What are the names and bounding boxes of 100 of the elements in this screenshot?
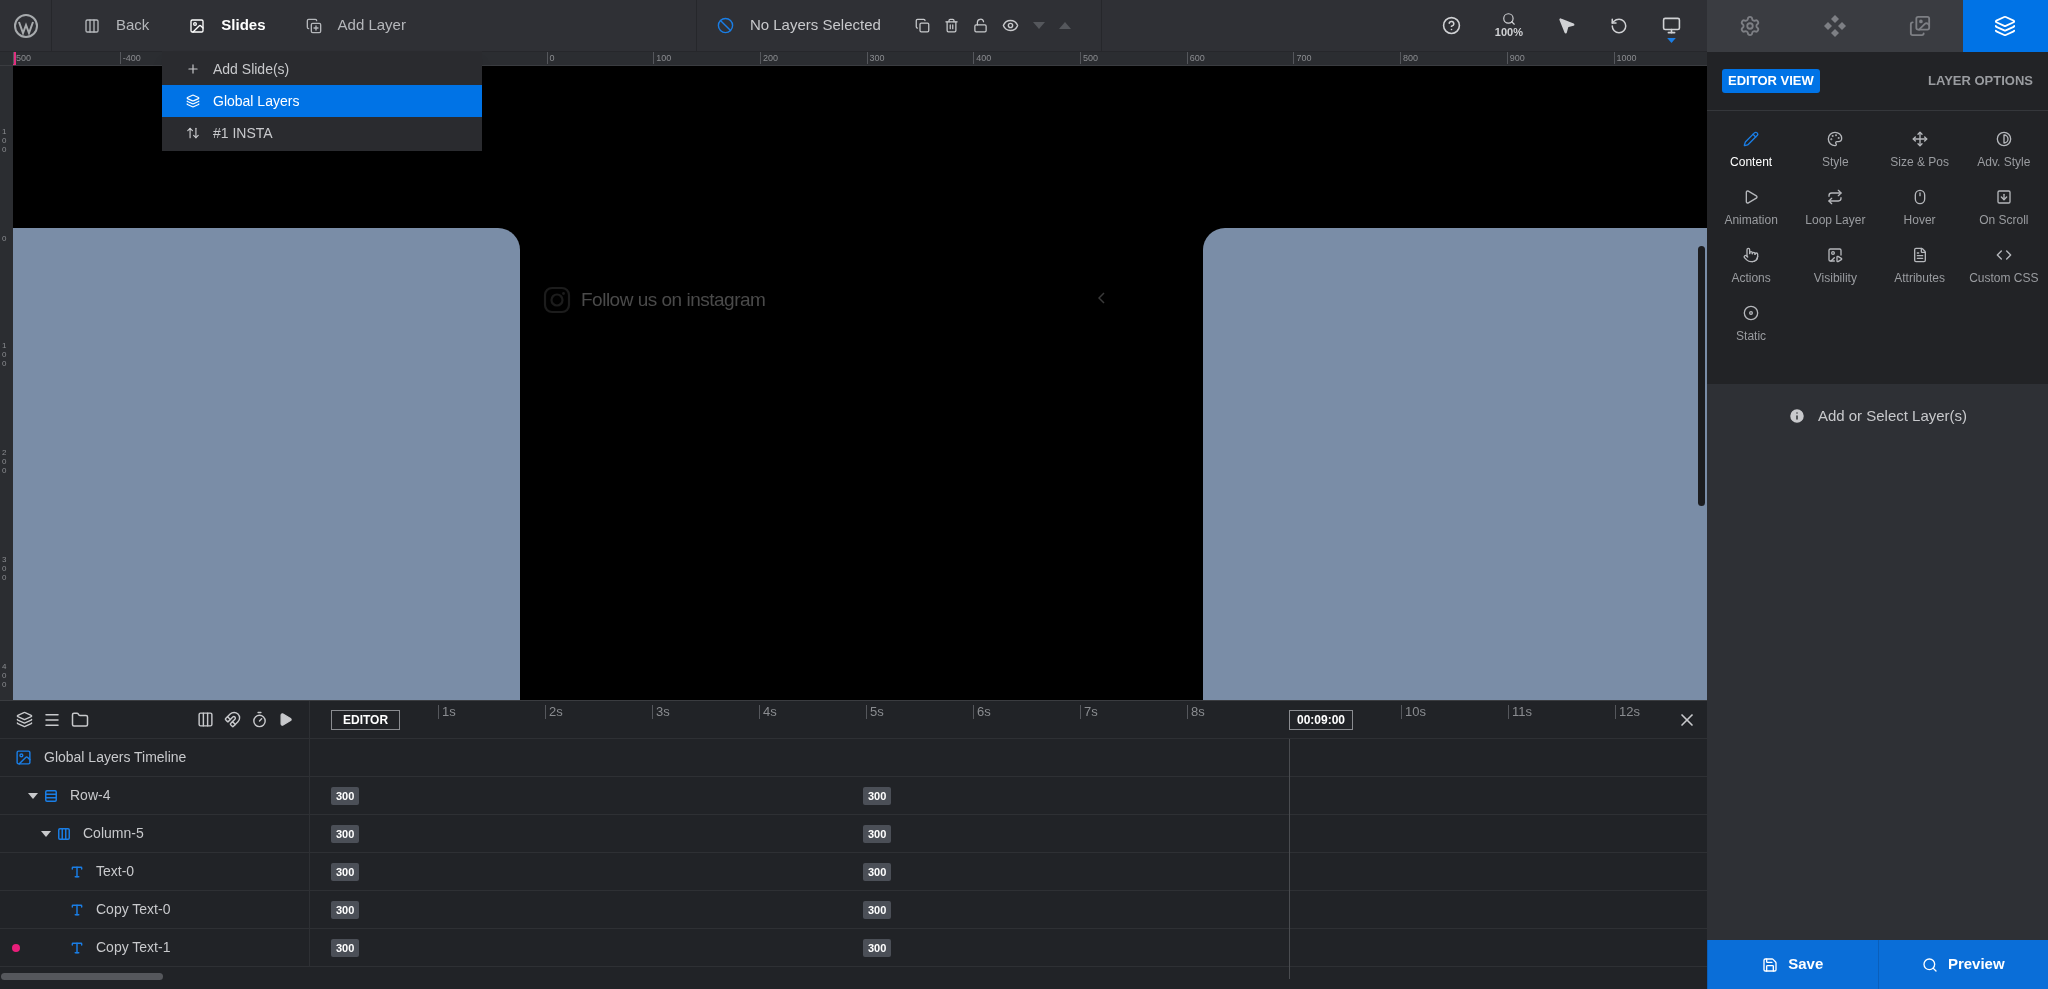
settings-icon — [1738, 15, 1761, 37]
ruler-label: 300 — [2, 556, 8, 583]
canvas-caption: Follow us on instagram — [581, 288, 766, 312]
ruler-label: 0 — [546, 52, 555, 64]
ruler-label: 200 — [2, 449, 8, 476]
chevron-left-icon — [1098, 292, 1106, 304]
contrast-icon — [1995, 131, 2012, 147]
download-box-icon — [1995, 189, 2012, 205]
keyframe-badge[interactable]: 300 — [863, 901, 892, 919]
delete-icon[interactable] — [943, 18, 959, 33]
option-tab[interactable]: Attributes — [1877, 247, 1962, 305]
ruler-label: 500 — [1080, 52, 1099, 64]
layer-name[interactable]: Global Layers Timeline — [44, 747, 187, 768]
caret-icon[interactable] — [41, 830, 51, 837]
text-icon — [70, 902, 84, 917]
panel-tab[interactable] — [1962, 0, 2048, 52]
keyframe-badge[interactable]: 300 — [331, 939, 360, 957]
ruler-label: 800 — [1400, 52, 1419, 64]
option-tab[interactable]: Adv. Style — [1961, 131, 2046, 189]
ruler-label: 100 — [2, 128, 8, 155]
zoom-button[interactable]: 100% — [1494, 12, 1523, 39]
keyframe-badge[interactable]: 300 — [331, 825, 360, 843]
menu-item[interactable]: Global Layers — [162, 85, 482, 117]
nav-tab[interactable]: Slides — [189, 14, 266, 37]
scrollbar-thumb[interactable] — [1, 973, 163, 980]
editor-view-badge[interactable]: EDITOR VIEW — [1722, 69, 1820, 93]
keyframe-badge[interactable]: 300 — [331, 787, 360, 805]
instagram-icon — [543, 286, 571, 315]
menu-item[interactable]: Add Slide(s) — [162, 53, 482, 85]
logo-icon[interactable] — [13, 13, 38, 38]
play-icon[interactable] — [278, 712, 293, 727]
image-icon — [15, 749, 32, 766]
image-icon — [189, 17, 206, 34]
keyframe-badge[interactable]: 300 — [863, 825, 892, 843]
info-icon — [1787, 407, 1806, 425]
option-tab[interactable]: Style — [1793, 131, 1878, 189]
option-tab[interactable]: Size & Pos — [1877, 131, 1962, 189]
option-tab[interactable]: On Scroll — [1961, 189, 2046, 247]
playhead-time[interactable]: 00:09:00 — [1289, 710, 1354, 730]
layer-options-title[interactable]: LAYER OPTIONS — [1928, 71, 2033, 91]
plus-icon — [186, 62, 200, 76]
option-tab[interactable]: Loop Layer — [1793, 189, 1878, 247]
option-tab[interactable]: Visibility — [1793, 247, 1878, 305]
keyframe-badge[interactable]: 300 — [863, 787, 892, 805]
image-icon — [1827, 247, 1844, 263]
layer-name[interactable]: Text-0 — [96, 861, 135, 882]
monitor-icon[interactable] — [1662, 16, 1681, 35]
diamonds-icon — [1823, 15, 1846, 37]
layers-icon[interactable] — [16, 711, 33, 728]
no-selection-icon — [716, 17, 734, 34]
help-icon[interactable] — [1441, 16, 1461, 35]
option-tab[interactable]: Static — [1709, 305, 1794, 363]
search-icon — [1501, 12, 1516, 26]
ruler-label: 300 — [866, 52, 885, 64]
keyframe-badge[interactable]: 300 — [331, 863, 360, 881]
keyframe-badge[interactable]: 300 — [863, 939, 892, 957]
undo-icon[interactable] — [1610, 16, 1628, 35]
layer-name[interactable]: Copy Text-0 — [96, 899, 171, 920]
visibility-icon[interactable] — [1001, 17, 1019, 34]
folder-icon[interactable] — [71, 710, 89, 729]
layer-name[interactable]: Row-4 — [70, 785, 111, 806]
search-icon — [1921, 956, 1938, 973]
time-tick: 4s — [759, 705, 777, 719]
option-tab[interactable]: Content — [1709, 131, 1794, 189]
scrollbar-thumb[interactable] — [1698, 246, 1705, 506]
nav-tab[interactable]: Back — [84, 14, 150, 37]
save-icon — [1762, 956, 1779, 973]
time-tick: 8s — [1187, 705, 1205, 719]
keyframe-badge[interactable]: 300 — [863, 863, 892, 881]
editor-mode-label[interactable]: EDITOR — [331, 710, 401, 730]
ruler-label: 0 — [2, 235, 8, 244]
preview-button[interactable]: Preview — [1877, 940, 2048, 989]
layer-name[interactable]: Copy Text-1 — [96, 937, 171, 958]
duplicate-icon[interactable] — [914, 18, 930, 33]
pointer-icon[interactable] — [1557, 16, 1576, 35]
timer-icon[interactable] — [251, 711, 268, 728]
selection-status: No Layers Selected — [749, 15, 881, 36]
menu-item[interactable]: #1 INSTA — [162, 117, 482, 149]
columns-icon — [84, 17, 100, 34]
hint-text: Add or Select Layer(s) — [1817, 405, 1968, 426]
save-button[interactable]: Save — [1707, 940, 1878, 989]
columns-icon[interactable] — [197, 711, 214, 728]
option-tab[interactable]: Custom CSS — [1961, 247, 2046, 305]
ruler-label: 400 — [973, 52, 992, 64]
panel-tab[interactable] — [1707, 0, 1793, 52]
time-tick: 5s — [866, 705, 884, 719]
nav-tab[interactable]: Add Layer — [305, 14, 406, 37]
ruler-label: -400 — [119, 52, 141, 64]
ruler-label: 600 — [1186, 52, 1205, 64]
panel-tab[interactable] — [1877, 0, 1963, 52]
layer-name[interactable]: Column-5 — [83, 823, 144, 844]
option-tab[interactable]: Animation — [1709, 189, 1794, 247]
option-tab[interactable]: Actions — [1709, 247, 1794, 305]
unlock-icon[interactable] — [972, 18, 988, 33]
ruler-label: 500 — [13, 52, 32, 64]
keyframe-badge[interactable]: 300 — [331, 901, 360, 919]
magnet-icon[interactable] — [224, 711, 241, 728]
option-tab[interactable]: Hover — [1877, 189, 1962, 247]
palette-icon — [1827, 131, 1844, 147]
caret-icon[interactable] — [28, 792, 38, 799]
